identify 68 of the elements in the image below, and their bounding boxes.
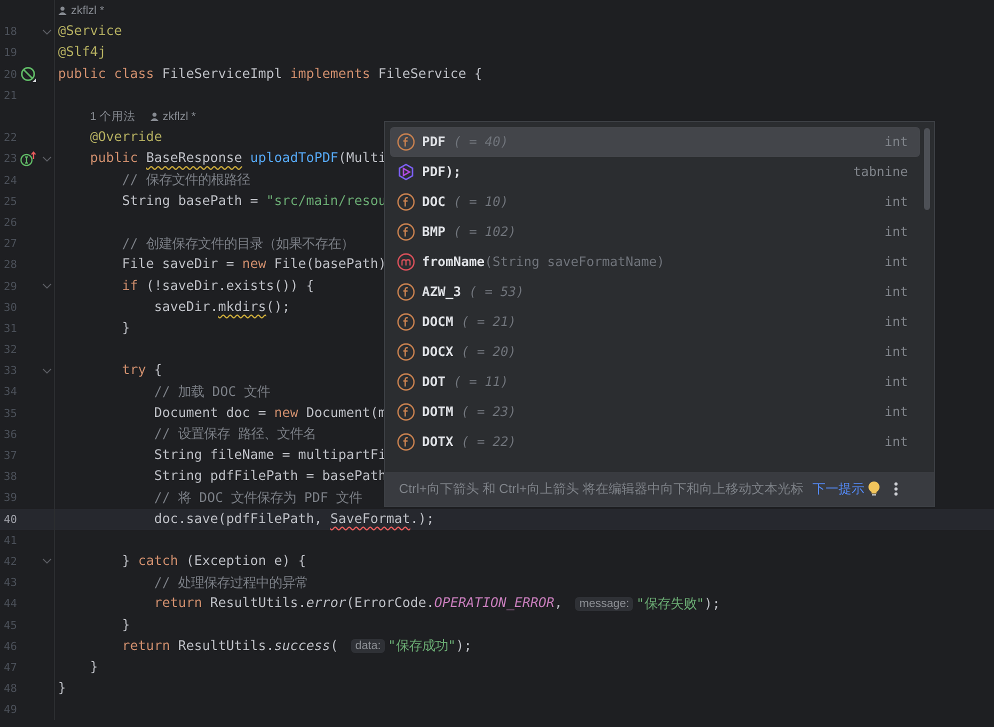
parameter-hint: message: <box>575 596 634 611</box>
field-icon <box>397 283 415 301</box>
code-text: } catch (Exception e) { <box>121 554 306 569</box>
scrollbar-thumb[interactable] <box>924 128 930 210</box>
field-icon <box>397 313 415 331</box>
code-text: saveDir.mkdirs(); <box>153 300 290 315</box>
code-text: // 处理保存过程中的异常 <box>153 574 308 592</box>
code-text: if (!saveDir.exists()) { <box>121 278 314 294</box>
person-icon <box>150 112 159 122</box>
code-text: "保存成功"); <box>388 638 472 656</box>
code-text: // 设置保存 路径、文件名 <box>153 426 316 444</box>
author-hint[interactable]: zkflzl * <box>162 110 196 123</box>
hexagon-play-icon <box>397 163 415 181</box>
code-text: public class FileServiceImpl implements FileService { <box>58 66 482 82</box>
code-text: @Override <box>89 130 162 146</box>
code-text: return ResultUtils.error(ErrorCode.OPERATION_ERROR, <box>153 596 562 612</box>
person-icon <box>58 6 67 16</box>
code-text: Document doc = new Document(m <box>153 406 386 421</box>
completion-item[interactable]: DOCM ( = 21) int <box>390 307 920 337</box>
code-text: // 将 DOC 文件保存为 PDF 文件 <box>153 490 362 507</box>
parameter-hint: data: <box>351 639 385 654</box>
completion-item[interactable]: AZW_3 ( = 53) int <box>390 277 920 307</box>
field-icon <box>397 193 415 211</box>
completion-item[interactable]: DOTX ( = 22) int <box>390 427 920 457</box>
fold-chevron-icon[interactable] <box>42 558 52 564</box>
code-text: } <box>58 681 66 696</box>
completion-item[interactable]: DOTM ( = 23) int <box>390 397 920 427</box>
field-icon <box>397 433 415 451</box>
method-icon <box>397 253 415 271</box>
author-hint[interactable]: zkflzl * <box>71 4 104 17</box>
code-text: @Service <box>58 24 122 40</box>
completion-item[interactable]: DOCX ( = 20) int <box>390 337 920 367</box>
completion-item[interactable]: BMP ( = 102) int <box>390 217 920 247</box>
code-text: // 保存文件的根路径 <box>121 172 250 190</box>
line-number: 40 <box>2 512 17 526</box>
code-text: } <box>89 660 98 675</box>
code-text: "保存失败"); <box>636 596 720 613</box>
shortcut-hint: Ctrl+向下箭头 和 Ctrl+向上箭头 将在编辑器中向下和向上移动文本光标 <box>399 480 804 498</box>
completion-item[interactable]: fromName(String saveFormatName) int <box>390 247 920 277</box>
code-text: String basePath = "src/main/resou <box>121 194 386 209</box>
code-text: try { <box>121 363 162 378</box>
field-icon <box>397 403 415 421</box>
code-text: return ResultUtils.success( <box>121 638 338 654</box>
code-text: public BaseResponse uploadToPDF(Multi <box>89 151 386 166</box>
field-icon <box>397 343 415 361</box>
fold-chevron-icon[interactable] <box>42 283 52 290</box>
fold-chevron-icon[interactable] <box>42 156 52 162</box>
usage-hint[interactable]: 1 个用法 <box>90 109 136 124</box>
fold-chevron-icon[interactable] <box>42 28 52 35</box>
field-icon <box>397 133 415 151</box>
code-text: String pdfFilePath = basePath <box>153 469 386 484</box>
slashed-circle-icon[interactable] <box>20 66 36 82</box>
code-text: } <box>121 320 130 336</box>
field-icon <box>397 223 415 241</box>
more-options-icon[interactable] <box>894 481 898 497</box>
code-text: // 创建保存文件的目录（如果不存在） <box>121 236 354 253</box>
completion-item[interactable]: DOC ( = 10) int <box>390 187 920 217</box>
code-text: String fileName = multipartFi <box>153 448 386 464</box>
fold-chevron-icon[interactable] <box>42 368 52 374</box>
code-text: File saveDir = new File(basePath) <box>121 257 386 272</box>
code-text: } <box>121 618 130 633</box>
completion-item[interactable]: DOT ( = 11) int <box>390 367 920 397</box>
code-text: @Slf4j <box>58 45 106 60</box>
lightbulb-icon[interactable] <box>868 481 880 497</box>
code-text: doc.save(pdfFilePath, SaveFormat.); <box>153 512 434 527</box>
code-text: // 加载 DOC 文件 <box>153 384 270 401</box>
field-icon <box>397 373 415 391</box>
completion-item[interactable]: PDF); tabnine <box>390 157 920 187</box>
